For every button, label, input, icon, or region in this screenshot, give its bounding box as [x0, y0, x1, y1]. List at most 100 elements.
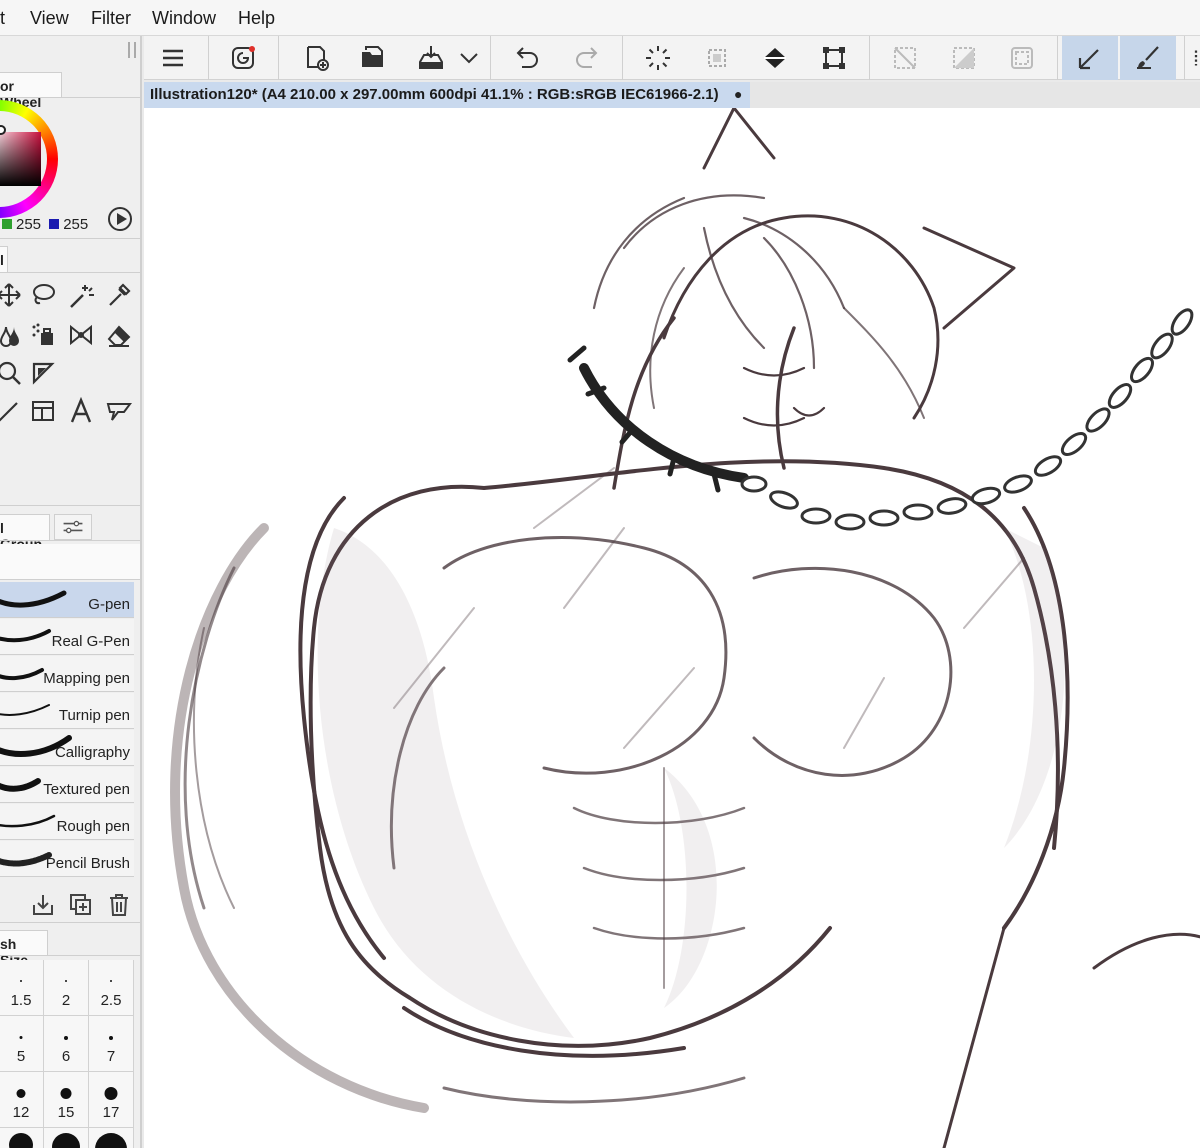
- size-dot-icon: [110, 980, 112, 982]
- download-sub-tool-icon[interactable]: [26, 888, 60, 922]
- brush-label: Calligraphy: [54, 744, 130, 761]
- panel-divider: [0, 505, 140, 506]
- eraser-icon[interactable]: [102, 318, 136, 352]
- brush-size-option[interactable]: 2: [44, 960, 89, 1016]
- sub-tool-settings-icon[interactable]: [54, 514, 92, 540]
- open-icon[interactable]: [353, 40, 393, 76]
- lasso-icon[interactable]: [26, 278, 60, 312]
- airbrush-icon[interactable]: [26, 318, 60, 352]
- size-dot-icon: [60, 1088, 72, 1099]
- menu-icon[interactable]: [153, 40, 193, 76]
- size-value: 5: [16, 1048, 26, 1065]
- blue-value[interactable]: 255: [63, 216, 88, 233]
- dock-grip-handle[interactable]: [128, 42, 136, 58]
- document-title: Illustration120* (A4 210.00 x 297.00mm 6…: [150, 86, 719, 103]
- brush-size-option[interactable]: 2.5: [89, 960, 134, 1016]
- toolbar-divider: [208, 36, 209, 80]
- color-wheel[interactable]: [0, 100, 82, 218]
- brush-list: G-pen Real G-Pen Mapping pen Turnip pen …: [0, 582, 134, 886]
- brush-size-option[interactable]: 6: [44, 1016, 89, 1072]
- brush-size-option[interactable]: [44, 1128, 89, 1148]
- redo-icon[interactable]: [566, 40, 606, 76]
- size-dot-icon: [65, 980, 67, 982]
- list-item[interactable]: Pencil Brush: [0, 841, 134, 877]
- menu-window[interactable]: Window: [152, 8, 216, 29]
- auto-select-icon[interactable]: [64, 278, 98, 312]
- decoration-icon[interactable]: [64, 318, 98, 352]
- list-item[interactable]: G-pen: [0, 582, 134, 618]
- brush-size-option[interactable]: 15: [44, 1072, 89, 1128]
- green-swatch-icon: [2, 219, 12, 229]
- frame-icon[interactable]: [26, 394, 60, 428]
- panel-divider: [0, 922, 140, 923]
- balloon-icon[interactable]: [102, 394, 136, 428]
- zoom-icon[interactable]: [0, 356, 26, 390]
- tab-sub-tool-group[interactable]: l Group: [0, 514, 50, 552]
- size-value: 15: [57, 1104, 75, 1121]
- text-icon[interactable]: [64, 394, 98, 428]
- line-icon[interactable]: [0, 394, 26, 428]
- ruler-icon[interactable]: [26, 356, 60, 390]
- list-item[interactable]: Textured pen: [0, 767, 134, 803]
- loading-icon[interactable]: [638, 40, 678, 76]
- toolbar-divider: [278, 36, 279, 80]
- panel-divider: [0, 238, 140, 239]
- list-item[interactable]: Rough pen: [0, 804, 134, 840]
- brush-size-option[interactable]: [89, 1128, 134, 1148]
- brush-size-option[interactable]: 17: [89, 1072, 134, 1128]
- more-options-icon[interactable]: [1190, 40, 1200, 76]
- list-item[interactable]: Mapping pen: [0, 656, 134, 692]
- deselect-icon[interactable]: [885, 40, 925, 76]
- menu-view[interactable]: View: [30, 8, 69, 29]
- undo-icon[interactable]: [508, 40, 548, 76]
- list-item[interactable]: Real G-Pen: [0, 619, 134, 655]
- color-settings-button[interactable]: [108, 207, 132, 231]
- menu-filter[interactable]: Filter: [91, 8, 131, 29]
- brush-size-option[interactable]: 7: [89, 1016, 134, 1072]
- duplicate-sub-tool-icon[interactable]: [64, 888, 98, 922]
- transform-icon[interactable]: [814, 40, 854, 76]
- show-selection-icon[interactable]: [1002, 40, 1042, 76]
- tab-tool[interactable]: l: [0, 246, 8, 272]
- command-bar: [144, 36, 1200, 80]
- toolbar-divider: [869, 36, 870, 80]
- invert-selection-icon[interactable]: [944, 40, 984, 76]
- move-icon[interactable]: [0, 278, 26, 312]
- panel-divider: [0, 540, 140, 541]
- menu-edit[interactable]: t: [0, 8, 5, 29]
- chevron-down-icon[interactable]: [455, 40, 483, 76]
- brush-size-option[interactable]: [0, 1128, 44, 1148]
- toolbar-divider: [622, 36, 623, 80]
- delete-sub-tool-icon[interactable]: [102, 888, 136, 922]
- pen-pressure-icon[interactable]: [1062, 36, 1118, 80]
- eyedropper-icon[interactable]: [102, 278, 136, 312]
- clear-selection-icon[interactable]: [697, 40, 737, 76]
- fill-icon[interactable]: [0, 318, 26, 352]
- size-value: 6: [61, 1048, 71, 1065]
- brush-size-option[interactable]: 1.5: [0, 960, 44, 1016]
- companion-icon[interactable]: [223, 40, 263, 76]
- saturation-value-box[interactable]: [0, 132, 41, 186]
- brush-label: Real G-Pen: [51, 633, 130, 650]
- brush-icon[interactable]: [1120, 36, 1176, 80]
- brush-size-option[interactable]: 5: [0, 1016, 44, 1072]
- tab-color-wheel[interactable]: or Wheel: [0, 72, 62, 110]
- list-item[interactable]: Turnip pen: [0, 693, 134, 729]
- drawing-canvas[interactable]: [144, 108, 1200, 1148]
- brush-size-option[interactable]: 12: [0, 1072, 44, 1128]
- size-value: 17: [102, 1104, 120, 1121]
- size-dot-icon: [16, 1089, 26, 1098]
- size-dot-icon: [95, 1133, 127, 1148]
- save-icon[interactable]: [411, 40, 451, 76]
- green-value[interactable]: 255: [16, 216, 41, 233]
- new-icon[interactable]: [296, 40, 336, 76]
- tab-brush-size[interactable]: sh Size: [0, 930, 48, 968]
- size-value: 12: [12, 1104, 30, 1121]
- document-tab[interactable]: Illustration120* (A4 210.00 x 297.00mm 6…: [144, 82, 750, 108]
- modified-indicator[interactable]: ●: [734, 86, 742, 102]
- sketch-artwork: [170, 108, 1200, 1148]
- list-item[interactable]: Calligraphy: [0, 730, 134, 766]
- fill-bucket-icon[interactable]: [755, 40, 795, 76]
- size-dot-icon: [20, 980, 22, 982]
- menu-help[interactable]: Help: [238, 8, 275, 29]
